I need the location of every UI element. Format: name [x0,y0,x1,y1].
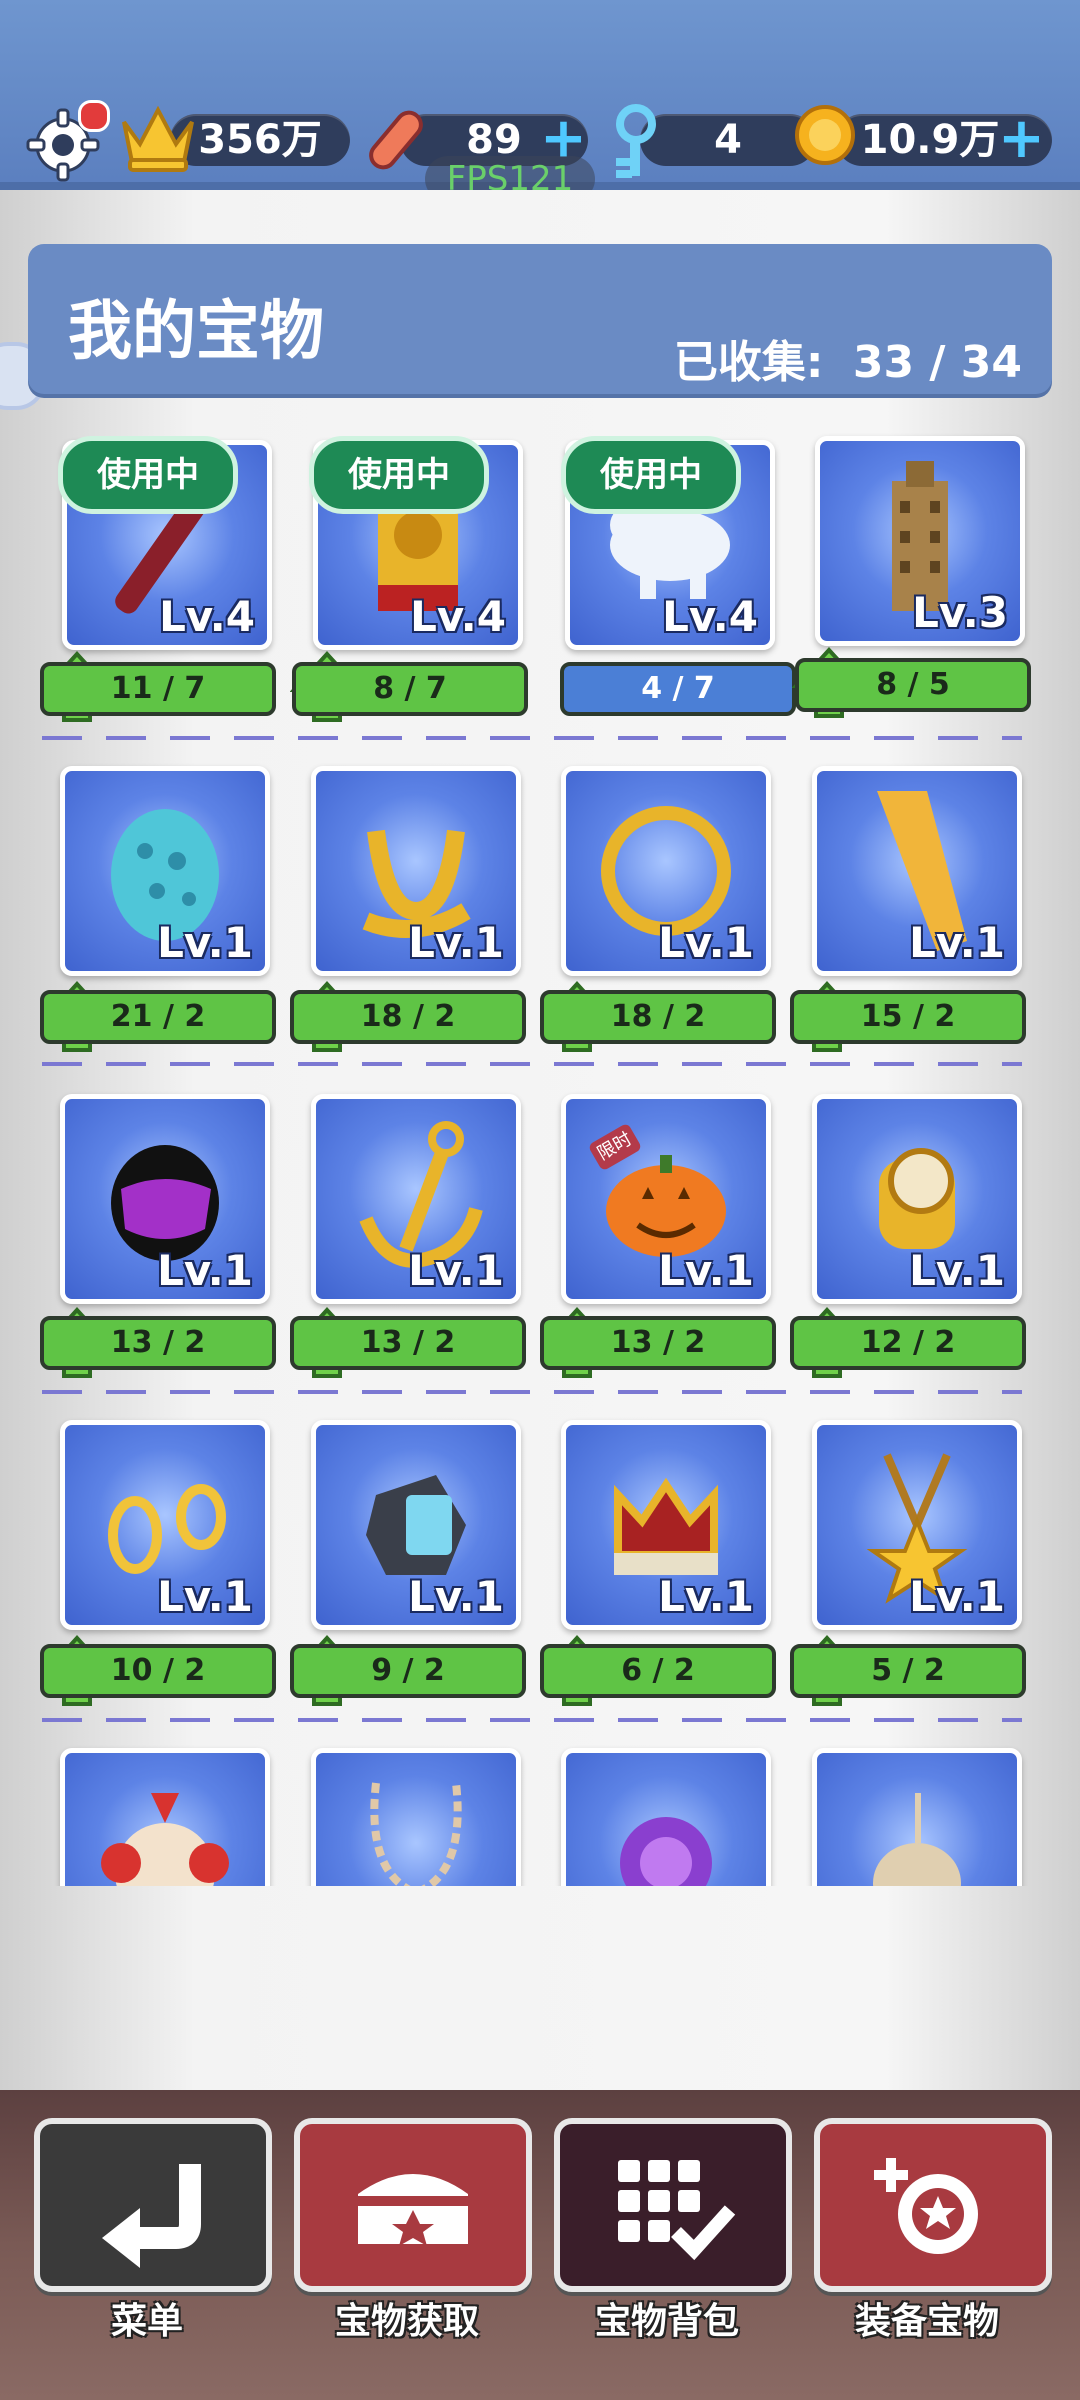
item-level: Lv.1 [909,918,1005,967]
row-divider [42,1390,1022,1394]
back-arrow-icon [102,2164,201,2268]
key-value: 4 [714,117,742,163]
page-title: 我的宝物 [68,295,324,369]
item-level: Lv.3 [912,588,1008,637]
progress-bar: 6 / 2 [540,1644,776,1698]
purple-gem-icon [620,1817,712,1886]
treasure-item[interactable]: Lv.3 [815,436,1025,646]
item-level: Lv.1 [408,1572,504,1621]
item-level: Lv.1 [658,1246,754,1295]
progress-bar: 18 / 2 [540,990,776,1044]
menu-button[interactable] [34,2118,272,2292]
treasure-item[interactable]: Lv.1 [60,1094,270,1304]
key-counter: 4 [640,114,816,166]
notification-dot [78,100,110,132]
progress-bar: 15 / 2 [790,990,1026,1044]
treasure-item[interactable] [60,1748,270,1886]
progress-bar: 10 / 2 [40,1644,276,1698]
item-level: Lv.1 [658,1572,754,1621]
progress-bar: 5 / 2 [790,1644,1026,1698]
treasure-acquire-button[interactable] [294,2118,532,2292]
progress-bar: 13 / 2 [40,1316,276,1370]
item-level: Lv.4 [159,592,255,641]
treasure-item[interactable]: Lv.1 [60,766,270,976]
item-level: Lv.4 [662,592,758,641]
treasure-header: 我的宝物 已收集: 33 / 34 [28,244,1052,394]
treasure-item[interactable] [311,1748,521,1886]
scroll-clip [0,1740,1080,1886]
crown-icon [118,100,198,174]
treasure-item[interactable] [812,1748,1022,1886]
treasure-item[interactable]: Lv.1 [561,1420,771,1630]
item-level: Lv.1 [909,1246,1005,1295]
treasure-item[interactable]: Lv.1 [60,1420,270,1630]
equip-treasure-button[interactable] [814,2118,1052,2292]
progress-bar: 8 / 5 [795,658,1031,712]
treasure-item[interactable]: Lv.1 [311,1420,521,1630]
progress-bar: 9 / 2 [290,1644,526,1698]
progress-bar: 12 / 2 [790,1316,1026,1370]
row-divider [42,1062,1022,1066]
crown-value: 356万 [198,117,322,163]
coin-icon [794,104,856,166]
bell-icon [873,1793,961,1886]
treasure-bag-button[interactable] [554,2118,792,2292]
necklace-icon [370,1782,462,1886]
item-level: Lv.1 [157,918,253,967]
coin-value: 10.9万 [860,117,1000,163]
progress-bar: 18 / 2 [290,990,526,1044]
key-icon [606,104,662,182]
in-use-badge: 使用中 [309,436,489,514]
item-level: Lv.1 [408,1246,504,1295]
treasure-chest-icon [358,2174,468,2246]
item-level: Lv.1 [658,918,754,967]
progress-bar: 13 / 2 [540,1316,776,1370]
hoverboard-icon [360,104,432,176]
item-level: Lv.4 [410,592,506,641]
item-level: Lv.1 [157,1246,253,1295]
treasure-item[interactable]: Lv.1 [561,1094,771,1304]
in-use-badge: 使用中 [561,436,741,514]
progress-bar: 11 / 7 [40,662,276,716]
collected-value: 33 / 34 [852,337,1022,388]
equip-treasure-label: 装备宝物 [854,2301,999,2342]
clown-icon [101,1793,229,1886]
progress-bar: 21 / 2 [40,990,276,1044]
progress-bar: 8 / 7 [292,662,528,716]
equip-treasure-icon [874,2158,978,2254]
menu-label: 菜单 [110,2301,183,2342]
treasure-item[interactable]: Lv.1 [812,1094,1022,1304]
item-level: Lv.1 [408,918,504,967]
progress-bar: 13 / 2 [290,1316,526,1370]
treasure-item[interactable]: Lv.1 [311,1094,521,1304]
collected-count: 已收集: 33 / 34 [674,326,1022,390]
in-use-badge: 使用中 [58,436,238,514]
collected-label: 已收集: [673,337,824,388]
treasure-item[interactable] [561,1748,771,1886]
treasure-bag-label: 宝物背包 [594,2301,739,2342]
row-divider [42,1718,1022,1722]
treasure-item[interactable]: Lv.1 [812,766,1022,976]
item-level: Lv.1 [909,1572,1005,1621]
add-coin-icon[interactable]: + [998,111,1045,167]
progress-bar: 4 / 7 [560,662,796,716]
row-divider [42,736,1022,740]
item-level: Lv.1 [157,1572,253,1621]
treasure-item[interactable]: Lv.1 [812,1420,1022,1630]
treasure-item[interactable]: Lv.1 [561,766,771,976]
treasure-item[interactable]: Lv.1 [311,766,521,976]
treasure-acquire-label: 宝物获取 [334,2301,479,2342]
grid-check-icon [618,2160,736,2261]
